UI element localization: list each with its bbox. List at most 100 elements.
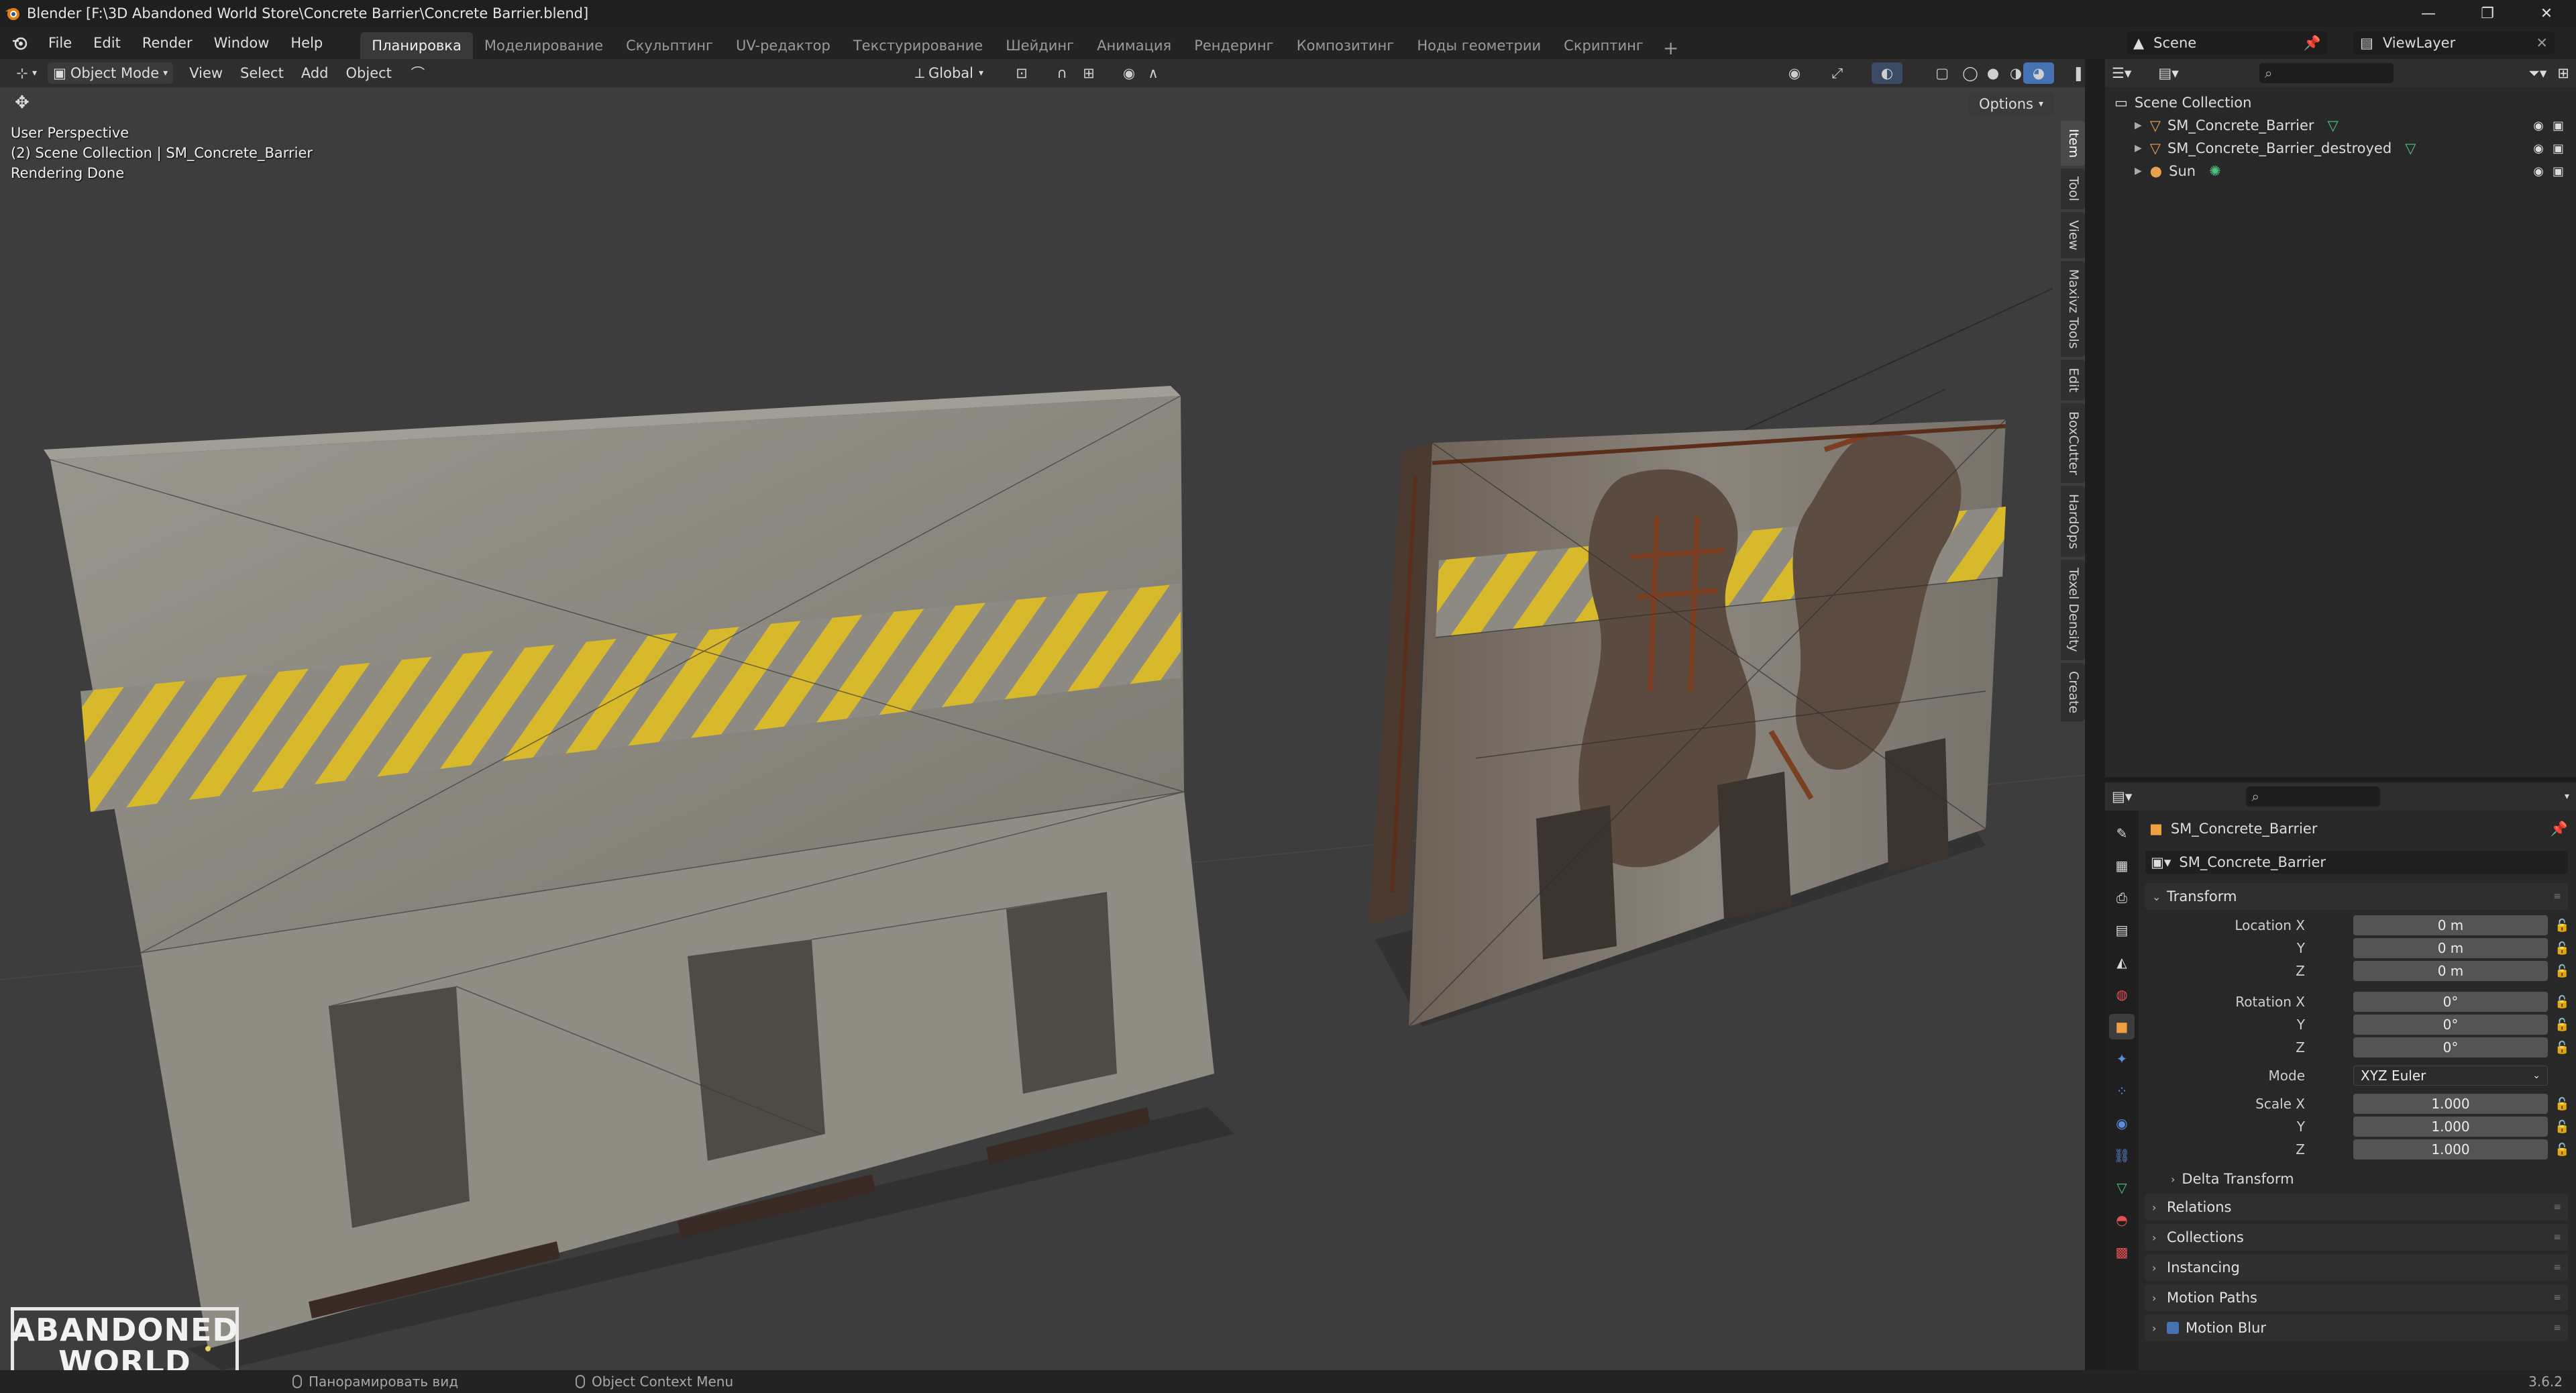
filter-icon[interactable]: ⏷▾	[2528, 65, 2546, 82]
delta-transform-subpanel[interactable]: › Delta Transform	[2145, 1168, 2568, 1190]
menu-file[interactable]: File	[38, 27, 83, 59]
scale-z-field[interactable]: 1.000	[2353, 1139, 2548, 1159]
lock-icon[interactable]: 🔓	[2555, 919, 2569, 933]
lock-icon[interactable]: 🔓	[2555, 1097, 2569, 1111]
particles-tab-icon[interactable]: ⁘	[2109, 1078, 2135, 1104]
snap-target-dropdown[interactable]: ⊞	[1073, 62, 1104, 84]
add-workspace-button[interactable]: +	[1655, 37, 1686, 59]
tab-modeling[interactable]: Моделирование	[473, 32, 614, 59]
instancing-panel-header[interactable]: › Instancing ≡	[2145, 1254, 2568, 1281]
pivot-dropdown[interactable]: ⊡	[1006, 62, 1037, 84]
render-tab-icon[interactable]: ▦	[2109, 853, 2135, 878]
tab-geometry-nodes[interactable]: Ноды геометрии	[1405, 32, 1552, 59]
side-tab-hardops[interactable]: HardOps	[2061, 485, 2085, 558]
tab-animation[interactable]: Анимация	[1085, 32, 1183, 59]
drag-handle-icon[interactable]: ≡	[2553, 891, 2561, 902]
eye-icon[interactable]: ◉	[2533, 119, 2544, 133]
drag-handle-icon[interactable]: ≡	[2553, 1323, 2561, 1333]
tool-tab-icon[interactable]: ✎	[2109, 821, 2135, 846]
display-mode-icon[interactable]: ▤▾	[2158, 65, 2178, 81]
menu-view[interactable]: View	[184, 62, 228, 84]
side-tab-item[interactable]: Item	[2061, 121, 2085, 166]
lock-icon[interactable]: 🔓	[2555, 995, 2569, 1009]
collections-panel-header[interactable]: › Collections ≡	[2145, 1224, 2568, 1251]
close-button[interactable]: ✕	[2517, 0, 2576, 27]
falloff-dropdown[interactable]: ∧	[1138, 62, 1169, 84]
drag-handle-icon[interactable]: ≡	[2553, 1232, 2561, 1243]
outliner-editor-icon[interactable]: ☰▾	[2112, 65, 2131, 81]
options-dropdown[interactable]: Options ▾	[1968, 93, 2054, 115]
modifier-tab-icon[interactable]: ✦	[2109, 1046, 2135, 1072]
eye-icon[interactable]: ◉	[2533, 142, 2544, 156]
scale-x-field[interactable]: 1.000	[2353, 1094, 2548, 1114]
menu-render[interactable]: Render	[131, 27, 203, 59]
overlay-toggle[interactable]: ◐	[1872, 62, 1902, 84]
pin-icon[interactable]: 📌	[2551, 821, 2568, 837]
close-icon[interactable]: ✕	[2536, 35, 2548, 51]
expand-arrow-icon[interactable]: ▶	[2135, 166, 2142, 176]
rotation-mode-dropdown[interactable]: XYZ Euler ⌄	[2353, 1066, 2548, 1086]
expand-arrow-icon[interactable]: ▶	[2135, 120, 2142, 131]
object-tab-icon[interactable]: ■	[2109, 1014, 2135, 1039]
chevron-down-icon[interactable]: ▾	[2565, 791, 2569, 802]
lock-icon[interactable]: 🔓	[2555, 1120, 2569, 1134]
motion-paths-panel-header[interactable]: › Motion Paths ≡	[2145, 1284, 2568, 1311]
tab-scripting[interactable]: Скриптинг	[1552, 32, 1655, 59]
gizmo-toggle[interactable]: ⤢	[1822, 62, 1853, 84]
mode-dropdown[interactable]: ▣ Object Mode ▾	[48, 62, 174, 84]
motion-blur-checkbox[interactable]	[2167, 1322, 2179, 1334]
data-tab-icon[interactable]: ▽	[2109, 1175, 2135, 1200]
side-tab-edit[interactable]: Edit	[2061, 359, 2085, 401]
tab-sculpting[interactable]: Скульптинг	[614, 32, 724, 59]
menu-select[interactable]: Select	[235, 62, 289, 84]
menu-edit[interactable]: Edit	[83, 27, 131, 59]
lock-icon[interactable]: 🔓	[2555, 964, 2569, 978]
drag-handle-icon[interactable]: ≡	[2553, 1292, 2561, 1303]
view-layer-tab-icon[interactable]: ▤	[2109, 917, 2135, 943]
menu-window[interactable]: Window	[203, 27, 280, 59]
tab-shading[interactable]: Шейдинг	[994, 32, 1085, 59]
area-divider[interactable]	[2085, 59, 2105, 1370]
rendered-shading-button[interactable]: ◕	[2023, 62, 2054, 84]
object-name-field[interactable]: ▣▾ SM_Concrete_Barrier	[2145, 851, 2568, 874]
lock-icon[interactable]: 🔓	[2555, 1143, 2569, 1157]
scene-tab-icon[interactable]: ◭	[2109, 949, 2135, 975]
side-tab-view[interactable]: View	[2061, 212, 2085, 259]
material-tab-icon[interactable]: ◓	[2109, 1207, 2135, 1233]
menu-help[interactable]: Help	[280, 27, 333, 59]
visibility-dropdown[interactable]: ◉	[1779, 62, 1810, 84]
maximize-button[interactable]: ❐	[2458, 0, 2517, 27]
tab-rendering[interactable]: Рендеринг	[1183, 32, 1285, 59]
drag-handle-icon[interactable]: ≡	[2553, 1262, 2561, 1273]
eye-icon[interactable]: ◉	[2533, 164, 2544, 178]
texture-tab-icon[interactable]: ▩	[2109, 1239, 2135, 1265]
outliner-item[interactable]: ▶ ▽ SM_Concrete_Barrier_destroyed ▽ ◉ ▣	[2105, 137, 2576, 160]
camera-icon[interactable]: ▣	[2553, 142, 2564, 156]
properties-editor-icon[interactable]: ▤▾	[2112, 788, 2132, 805]
side-tab-maxivz-tools[interactable]: Maxivz Tools	[2061, 261, 2085, 357]
tab-layout[interactable]: Планировка	[360, 32, 473, 59]
relations-panel-header[interactable]: › Relations ≡	[2145, 1194, 2568, 1221]
outliner-item[interactable]: ▶ ▽ SM_Concrete_Barrier ▽ ◉ ▣	[2105, 114, 2576, 137]
rotation-y-field[interactable]: 0°	[2353, 1015, 2548, 1035]
new-collection-icon[interactable]: ⊞	[2557, 65, 2569, 81]
location-x-field[interactable]: 0 m	[2353, 915, 2548, 935]
menu-object[interactable]: Object	[341, 62, 397, 84]
outliner-search-input[interactable]: ⌕	[2259, 63, 2394, 83]
camera-icon[interactable]: ▣	[2553, 164, 2564, 178]
tab-texture-paint[interactable]: Текстурирование	[842, 32, 994, 59]
tab-compositing[interactable]: Композитинг	[1285, 32, 1406, 59]
location-z-field[interactable]: 0 m	[2353, 961, 2548, 981]
transform-orientation-dropdown[interactable]: ⟂ Global ▾	[910, 62, 989, 84]
blender-menu-icon[interactable]	[7, 30, 34, 56]
scale-y-field[interactable]: 1.000	[2353, 1117, 2548, 1137]
world-tab-icon[interactable]: ◍	[2109, 982, 2135, 1007]
lock-icon[interactable]: 🔓	[2555, 1041, 2569, 1055]
lock-icon[interactable]: 🔓	[2555, 1018, 2569, 1032]
motion-blur-panel-header[interactable]: › Motion Blur ≡	[2145, 1314, 2568, 1341]
side-tab-texel-density[interactable]: Texel Density	[2061, 560, 2085, 660]
menu-add[interactable]: Add	[296, 62, 334, 84]
editor-type-button[interactable]: ⊹ ▾	[7, 62, 42, 84]
rotation-x-field[interactable]: 0°	[2353, 992, 2548, 1012]
output-tab-icon[interactable]: ⎙	[2109, 885, 2135, 911]
